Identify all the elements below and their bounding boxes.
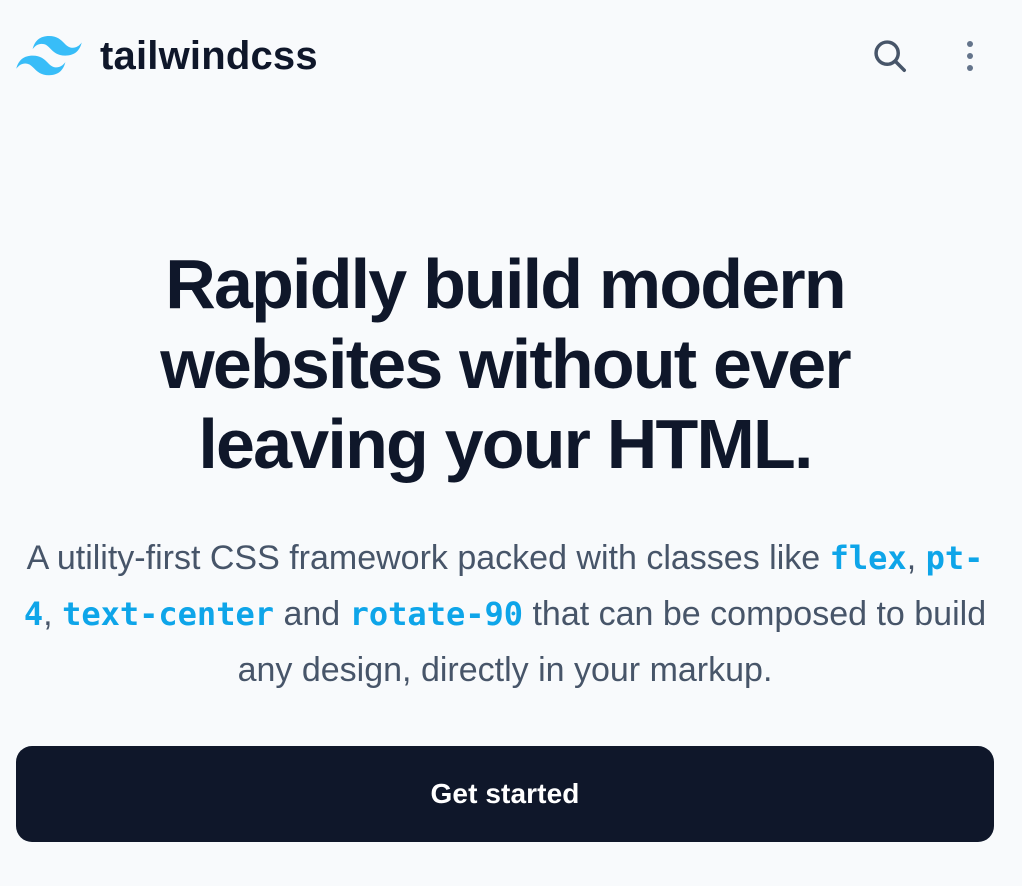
hero-title: Rapidly build modern websites without ev… — [16, 244, 994, 484]
get-started-button[interactable]: Get started — [16, 746, 994, 842]
separator-comma-1: , — [906, 539, 917, 577]
separator-comma-2: , — [43, 595, 53, 633]
home-logo-link[interactable]: tailwindcss — [16, 34, 318, 78]
hero-title-line-3: leaving your HTML. — [198, 405, 813, 483]
get-started-label: Get started — [430, 778, 580, 809]
site-header: tailwindcss — [0, 0, 1022, 112]
brand-name: tailwindcss — [100, 34, 318, 78]
hero-title-line-1: Rapidly build modern — [165, 245, 846, 323]
description-connector: and — [283, 595, 341, 633]
code-flex: flex — [829, 539, 907, 577]
description-intro: A utility-first CSS framework packed wit… — [26, 539, 821, 577]
code-rotate-90: rotate-90 — [349, 595, 524, 633]
code-text-center: text-center — [62, 595, 274, 633]
hero-title-line-2: websites without ever — [160, 325, 851, 403]
hero-description: A utility-first CSS framework packed wit… — [16, 530, 994, 698]
vertical-ellipsis-icon — [967, 41, 973, 71]
menu-button[interactable] — [948, 34, 992, 78]
search-button[interactable] — [868, 34, 912, 78]
tailwind-logo-icon — [16, 36, 82, 76]
search-icon — [874, 40, 906, 72]
